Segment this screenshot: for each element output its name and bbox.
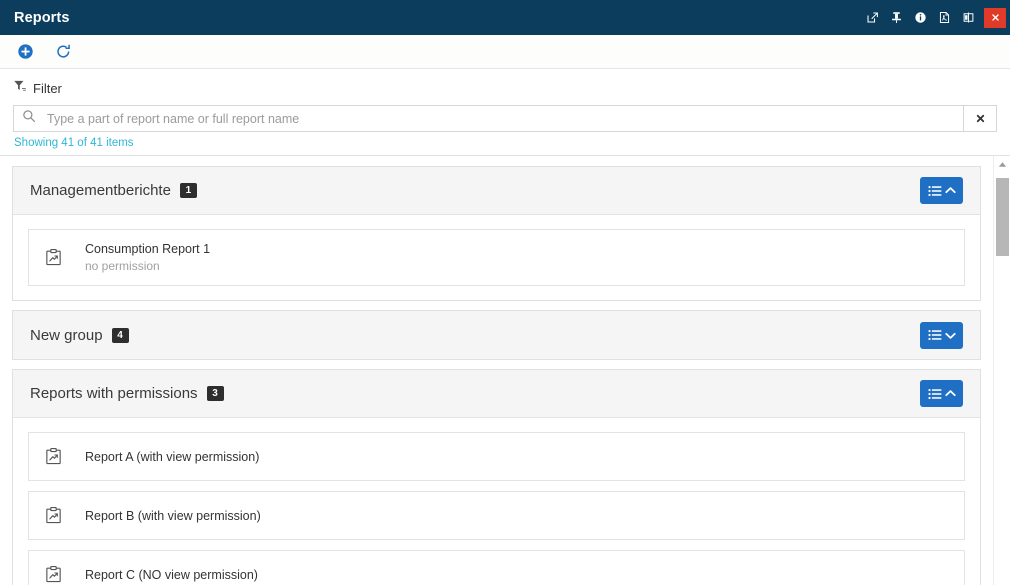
list-icon: [928, 388, 942, 400]
scroll-up-arrow[interactable]: [994, 156, 1010, 172]
report-text: Report B (with view permission): [85, 509, 261, 523]
add-report-button[interactable]: [15, 42, 35, 62]
search-icon: [22, 109, 36, 128]
group-toggle-button[interactable]: [920, 322, 963, 349]
scrollbar-track[interactable]: [994, 172, 1010, 569]
pin-icon[interactable]: [885, 7, 907, 29]
report-list-container: Managementberichte 1: [0, 155, 1010, 585]
report-name: Report B (with view permission): [85, 509, 261, 523]
report-name: Consumption Report 1: [85, 242, 210, 256]
search-box[interactable]: [13, 105, 964, 132]
scrollbar-thumb[interactable]: [996, 178, 1009, 256]
report-text: Report C (NO view permission): [85, 568, 258, 582]
filter-label: Filter: [33, 81, 62, 96]
group-title: New group: [30, 327, 103, 344]
page-title: Reports: [14, 10, 70, 26]
list-icon: [928, 185, 942, 197]
close-icon[interactable]: [984, 8, 1006, 28]
report-text: Report A (with view permission): [85, 450, 259, 464]
report-name: Report A (with view permission): [85, 450, 259, 464]
group-toggle-button[interactable]: [920, 177, 963, 204]
report-clipboard-chart-icon: [43, 248, 63, 267]
report-clipboard-chart-icon: [43, 565, 63, 584]
refresh-button[interactable]: [53, 42, 73, 62]
pdf-icon[interactable]: [933, 7, 955, 29]
group-title-wrap: Reports with permissions 3: [30, 385, 224, 402]
report-group: Managementberichte 1: [12, 166, 981, 301]
search-row: [13, 105, 997, 132]
group-count-badge: 4: [112, 328, 129, 343]
group-count-badge: 3: [207, 386, 224, 401]
filter-icon: [13, 79, 27, 98]
info-icon[interactable]: [909, 7, 931, 29]
action-toolbar: [0, 35, 1010, 69]
list-item[interactable]: Report C (NO view permission): [28, 550, 965, 585]
report-permission-label: no permission: [85, 259, 210, 273]
list-item[interactable]: Report A (with view permission): [28, 432, 965, 481]
chevron-down-icon: [945, 331, 956, 340]
group-header[interactable]: Managementberichte 1: [13, 167, 980, 215]
group-title: Managementberichte: [30, 182, 171, 199]
chevron-up-icon: [945, 186, 956, 195]
window-titlebar: Reports: [0, 0, 1010, 35]
group-toggle-button[interactable]: [920, 380, 963, 407]
report-text: Consumption Report 1 no permission: [85, 242, 210, 273]
group-title-wrap: New group 4: [30, 327, 129, 344]
group-body: Report A (with view permission) Report: [13, 418, 980, 585]
dock-split-icon[interactable]: [957, 7, 979, 29]
vertical-scrollbar[interactable]: [993, 156, 1010, 585]
clear-search-button[interactable]: [964, 105, 997, 132]
report-group: New group 4: [12, 310, 981, 360]
report-list-scroll: Managementberichte 1: [0, 156, 993, 585]
report-name: Report C (NO view permission): [85, 568, 258, 582]
showing-count-text: Showing 41 of 41 items: [13, 132, 997, 155]
list-item[interactable]: Consumption Report 1 no permission: [28, 229, 965, 286]
group-count-badge: 1: [180, 183, 197, 198]
filter-label-row: Filter: [13, 78, 997, 98]
group-title: Reports with permissions: [30, 385, 198, 402]
chevron-up-icon: [945, 389, 956, 398]
filter-section: Filter Showing 41 of 41 items: [0, 69, 1010, 155]
group-body: Consumption Report 1 no permission: [13, 215, 980, 300]
popout-icon[interactable]: [861, 7, 883, 29]
group-header[interactable]: Reports with permissions 3: [13, 370, 980, 418]
group-title-wrap: Managementberichte 1: [30, 182, 197, 199]
list-icon: [928, 329, 942, 341]
list-item[interactable]: Report B (with view permission): [28, 491, 965, 540]
titlebar-actions: [861, 7, 1006, 29]
report-clipboard-chart-icon: [43, 506, 63, 525]
group-header[interactable]: New group 4: [13, 311, 980, 359]
search-input[interactable]: [45, 111, 955, 127]
report-clipboard-chart-icon: [43, 447, 63, 466]
report-group: Reports with permissions 3: [12, 369, 981, 585]
